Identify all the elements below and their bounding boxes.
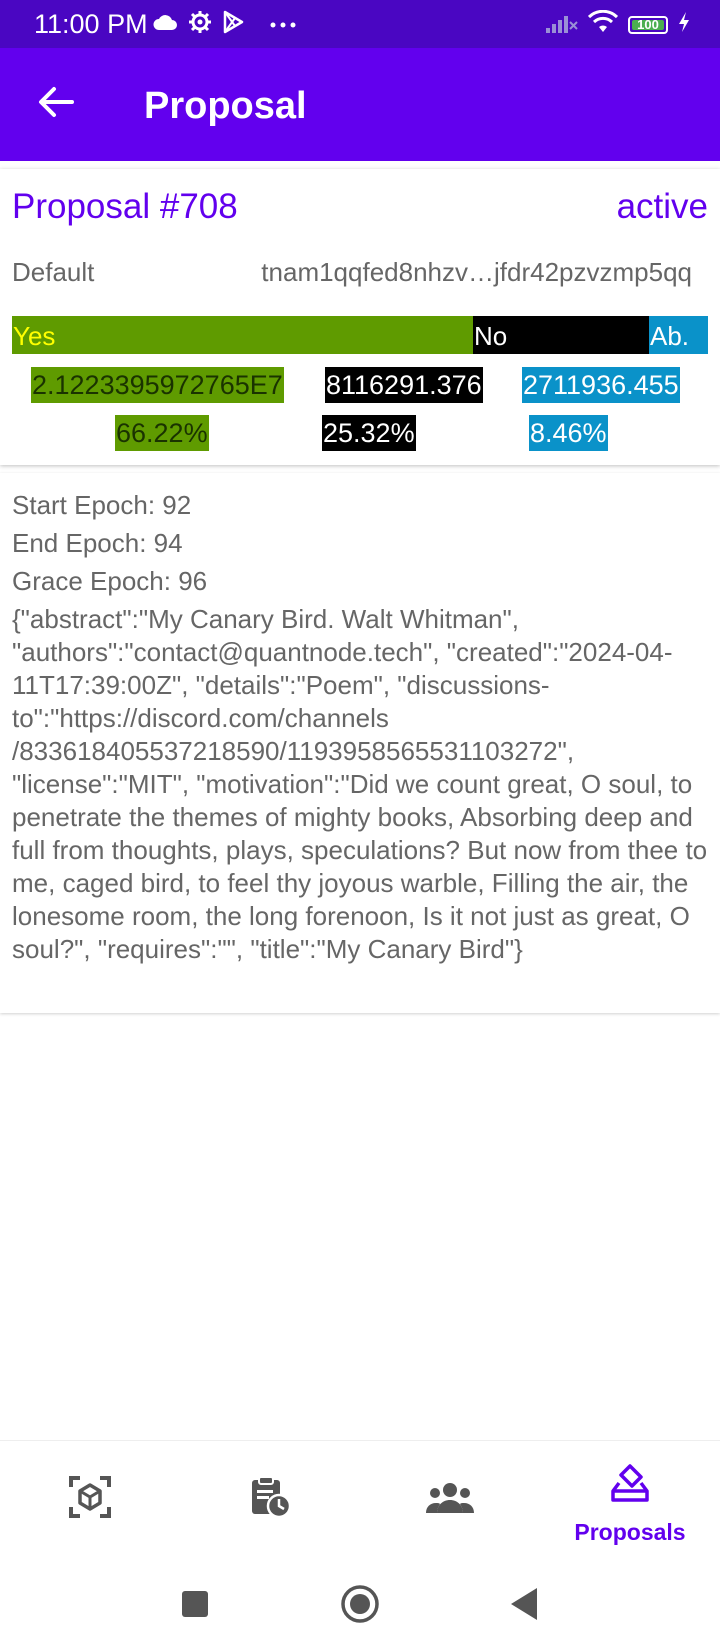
back-system-button[interactable] xyxy=(502,1584,546,1628)
validators-group-icon xyxy=(425,1475,475,1522)
nav-item-epochs[interactable] xyxy=(180,1441,360,1563)
app-bar: Proposal xyxy=(0,48,720,161)
end-epoch: End Epoch: 94 xyxy=(12,528,183,558)
vote-percents-row: 66.22% 25.32% 8.46% xyxy=(0,415,720,451)
vote-bar-abstain: Ab. xyxy=(649,316,708,354)
proposal-content: {"abstract":"My Canary Bird. Walt Whitma… xyxy=(12,604,708,964)
proposal-summary-card: Proposal #708 active Default tnam1qqfed8… xyxy=(0,169,720,465)
back-button[interactable] xyxy=(30,78,82,130)
epoch-clipboard-icon xyxy=(248,1475,292,1524)
blocks-scan-icon xyxy=(68,1475,112,1524)
vote-bar-no: No xyxy=(473,316,649,354)
page-title: Proposal xyxy=(144,85,307,127)
gear-icon xyxy=(188,10,212,39)
charging-icon xyxy=(678,11,690,38)
system-navigation xyxy=(0,1562,720,1650)
bottom-navigation: Proposals xyxy=(0,1440,720,1563)
battery-level: 100 xyxy=(637,16,659,32)
proposal-status: active xyxy=(616,187,708,226)
no-amount: 8116291.376 xyxy=(325,367,483,403)
vote-bar-no-label: No xyxy=(474,321,508,351)
battery-icon: 100 xyxy=(628,15,668,34)
abstain-amount: 2711936.455 xyxy=(522,367,680,403)
proposals-vote-icon xyxy=(610,1463,650,1508)
arrow-left-icon xyxy=(38,86,74,123)
no-percent: 25.32% xyxy=(322,415,416,451)
vote-distribution-bar: Yes No Ab. xyxy=(12,316,708,354)
vote-amounts-row: 2.1223395972765E7 8116291.376 2711936.45… xyxy=(0,367,720,403)
proposal-details-card: Start Epoch: 92 End Epoch: 94 Grace Epoc… xyxy=(0,473,720,1013)
grace-epoch: Grace Epoch: 96 xyxy=(12,566,208,596)
nav-item-blocks[interactable] xyxy=(0,1441,180,1563)
status-bar: 11:00 PM 100 xyxy=(0,0,720,48)
triangle-back-icon xyxy=(509,1587,539,1626)
nav-item-validators[interactable] xyxy=(360,1441,540,1563)
status-time: 11:00 PM xyxy=(34,9,148,39)
status-right-icons: 100 xyxy=(544,9,690,39)
yes-percent: 66.22% xyxy=(115,415,209,451)
circle-home-icon xyxy=(340,1584,380,1629)
vote-bar-yes: Yes xyxy=(12,316,473,354)
play-store-icon xyxy=(222,10,244,39)
vote-bar-abstain-label: Ab. xyxy=(650,321,690,351)
recents-button[interactable] xyxy=(173,1584,217,1628)
more-icon xyxy=(270,16,296,34)
proposal-id: Proposal #708 xyxy=(12,187,238,226)
signal-icon xyxy=(544,10,578,39)
proposal-type: Default xyxy=(12,257,95,287)
vote-bar-yes-label: Yes xyxy=(13,321,56,351)
start-epoch: Start Epoch: 92 xyxy=(12,490,192,520)
yes-amount: 2.1223395972765E7 xyxy=(31,367,284,403)
proposal-author: tnam1qqfed8nhzv…jfdr42pzvzmp5qq xyxy=(261,257,692,287)
nav-item-proposals[interactable]: Proposals xyxy=(540,1441,720,1563)
square-icon xyxy=(181,1590,209,1623)
abstain-percent: 8.46% xyxy=(529,415,608,451)
nav-label-proposals: Proposals xyxy=(574,1519,686,1545)
status-left-icons xyxy=(152,10,296,39)
wifi-icon xyxy=(587,9,619,39)
home-button[interactable] xyxy=(338,1584,382,1628)
cloud-icon xyxy=(152,13,178,36)
